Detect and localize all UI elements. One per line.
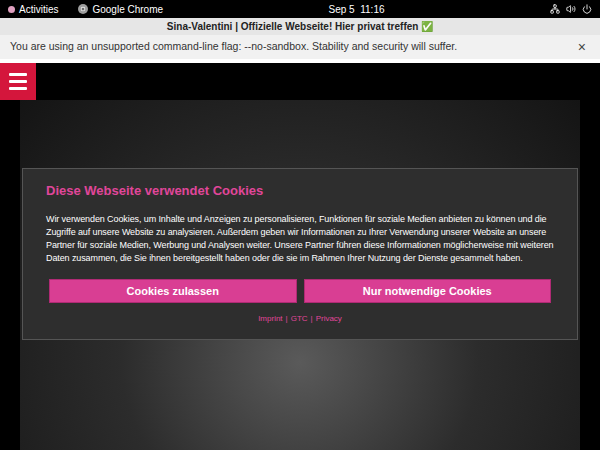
cookie-title: Diese Webseite verwendet Cookies xyxy=(46,181,554,201)
power-icon xyxy=(582,4,592,14)
window-title: Sina-Valentini | Offizielle Webseite! Hi… xyxy=(167,19,433,34)
info-message: You are using an unsupported command-lin… xyxy=(10,39,574,55)
info-bar: You are using an unsupported command-lin… xyxy=(0,35,600,59)
window-title-bar: Sina-Valentini | Offizielle Webseite! Hi… xyxy=(0,18,600,35)
accept-cookies-button[interactable]: Cookies zulassen xyxy=(49,279,297,304)
clock[interactable]: Sep 5 11:16 xyxy=(329,2,385,17)
link-separator: | xyxy=(286,313,288,325)
network-icon xyxy=(550,4,560,14)
necessary-cookies-button[interactable]: Nur notwendige Cookies xyxy=(304,279,552,304)
chrome-icon xyxy=(78,4,88,14)
top-bar: Activities Google Chrome Sep 5 11:16 xyxy=(0,0,600,18)
legal-links: Imprint|GTC|Privacy xyxy=(46,313,554,325)
screen: Activities Google Chrome Sep 5 11:16 Sina-V… xyxy=(0,0,600,450)
cookie-dialog: Diese Webseite verwendet Cookies Wir verw… xyxy=(22,168,578,340)
cookie-text: Wir verwenden Cookies, um Inhalte und An… xyxy=(46,213,554,265)
legal-link[interactable]: GTC xyxy=(291,313,308,325)
volume-icon xyxy=(566,4,576,14)
close-button[interactable]: × xyxy=(574,40,590,54)
app-menu[interactable]: Google Chrome xyxy=(78,2,163,17)
link-separator: | xyxy=(311,313,313,325)
legal-link[interactable]: Imprint xyxy=(258,313,282,325)
web-page: Diese Webseite verwendet Cookies Wir verw… xyxy=(0,63,600,450)
legal-link[interactable]: Privacy xyxy=(316,313,342,325)
menu-icon xyxy=(9,73,27,90)
system-tray[interactable] xyxy=(550,4,592,14)
activities-button[interactable]: Activities xyxy=(8,2,58,17)
menu-button[interactable] xyxy=(0,63,36,100)
activities-icon xyxy=(8,6,15,13)
